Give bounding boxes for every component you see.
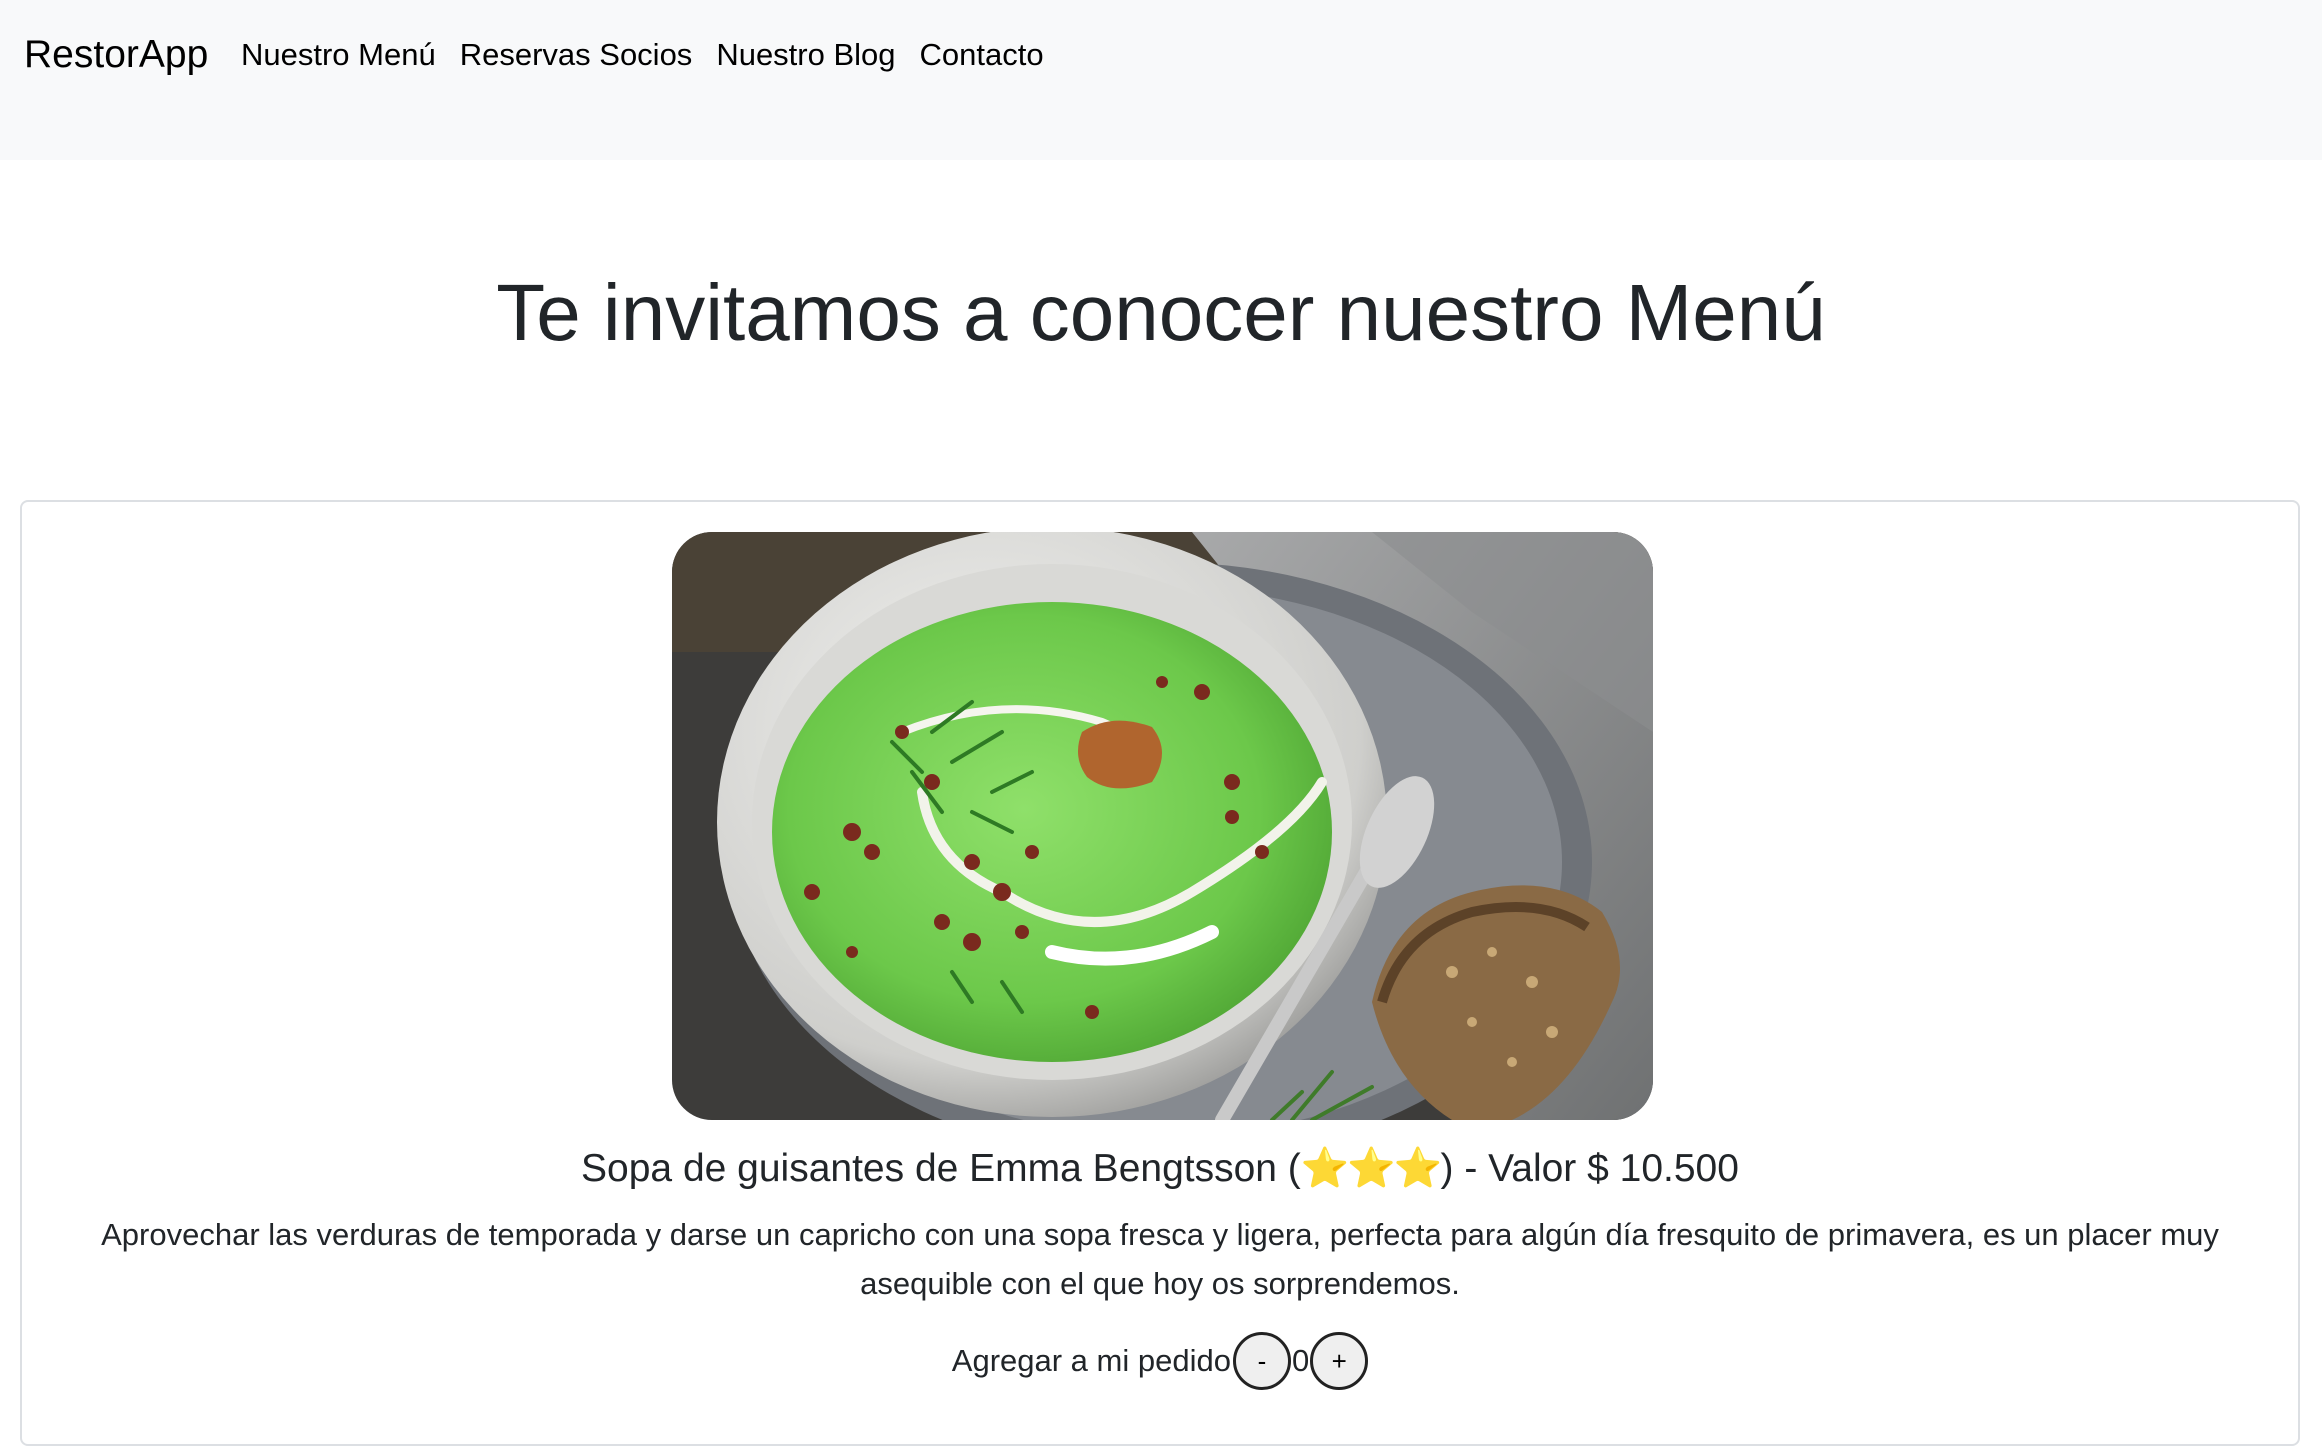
order-controls: Agregar a mi pedido - 0 +: [22, 1332, 2298, 1390]
rating-stars: ⭐⭐⭐: [1300, 1147, 1443, 1190]
nav-link-menu[interactable]: Nuestro Menú: [241, 30, 436, 80]
soup-photo: [672, 532, 1653, 1120]
menu-item-description: Aprovechar las verduras de temporada y d…: [101, 1217, 2219, 1301]
nav-link-reservas[interactable]: Reservas Socios: [460, 30, 693, 80]
food-image: [672, 532, 1653, 1120]
increase-quantity-button[interactable]: +: [1310, 1332, 1369, 1390]
nav-link-contacto[interactable]: Contacto: [920, 30, 1044, 80]
decrease-quantity-button[interactable]: -: [1232, 1332, 1291, 1390]
brand-logo[interactable]: RestorApp: [24, 30, 208, 80]
page-title: Te invitamos a conocer nuestro Menú: [496, 268, 1826, 357]
menu-item-name: Sopa de guisantes de Emma Bengtsson (: [581, 1147, 1301, 1190]
nav-link-blog[interactable]: Nuestro Blog: [716, 30, 895, 80]
order-label: Agregar a mi pedido: [951, 1343, 1231, 1378]
menu-item-card: Sopa de guisantes de Emma Bengtsson (⭐⭐⭐…: [20, 500, 2300, 1446]
menu-item-price: ) - Valor $ 10.500: [1440, 1147, 1739, 1190]
menu-item-title: Sopa de guisantes de Emma Bengtsson (⭐⭐⭐…: [22, 1140, 2298, 1198]
nav-links: Nuestro Menú Reservas Socios Nuestro Blo…: [241, 30, 1068, 80]
navbar: RestorApp Nuestro Menú Reservas Socios N…: [0, 0, 2322, 160]
quantity-value: 0: [1291, 1343, 1310, 1378]
